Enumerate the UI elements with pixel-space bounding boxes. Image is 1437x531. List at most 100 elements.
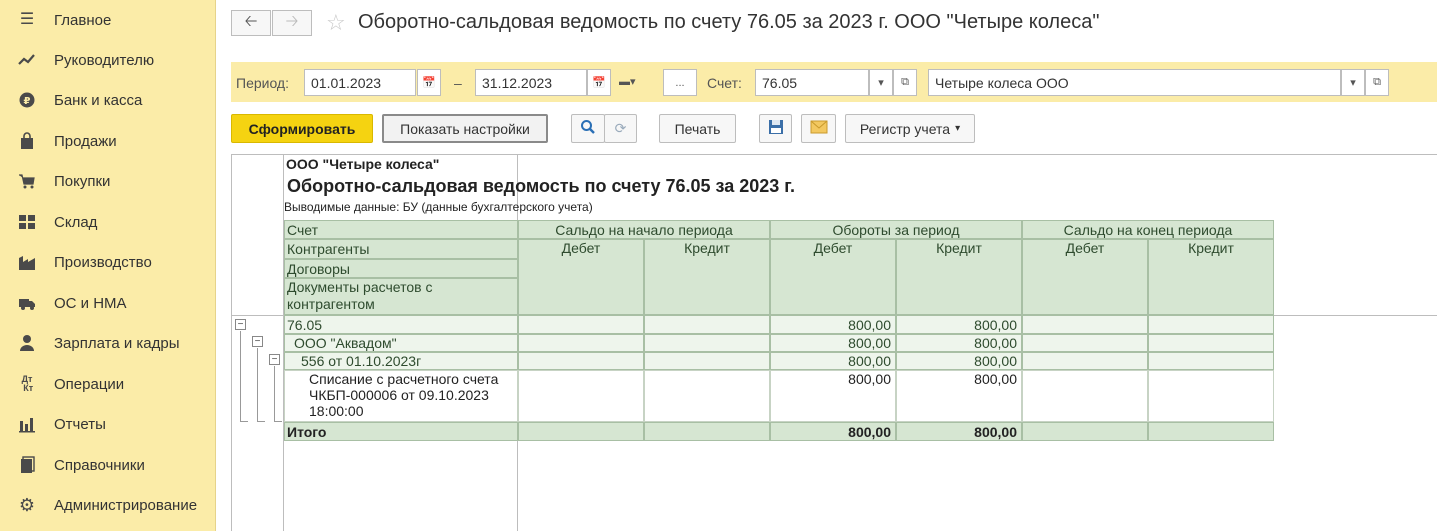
- row-closing-debit: [1022, 370, 1148, 422]
- row-opening-credit: [644, 315, 770, 334]
- header-documents: Документы расчетов с контрагентом: [284, 278, 518, 315]
- favorite-star-icon[interactable]: ☆: [326, 10, 346, 36]
- collapse-toggle-contractor[interactable]: −: [252, 336, 263, 347]
- header-turnover-credit: Кредит: [896, 239, 1022, 315]
- sidebar-item-bank[interactable]: ₽ Банк и касса: [0, 80, 216, 120]
- org-dropdown-button[interactable]: ▾: [1341, 69, 1365, 96]
- sidebar-item-sales[interactable]: Продажи: [0, 121, 216, 161]
- date-from-field[interactable]: 01.01.2023: [304, 69, 416, 96]
- row-turnover-debit: 800,00: [770, 315, 896, 334]
- row-turnover-debit: 800,00: [770, 370, 896, 422]
- period-dash: –: [454, 75, 462, 91]
- total-closing-credit: [1148, 422, 1274, 441]
- arrow-right-icon: 🡢: [285, 12, 299, 30]
- organization-field[interactable]: Четыре колеса ООО: [928, 69, 1341, 96]
- sidebar-item-warehouse[interactable]: Склад: [0, 202, 216, 242]
- warehouse-icon: [18, 213, 36, 231]
- sidebar-item-main[interactable]: ☰ Главное: [0, 0, 216, 40]
- org-open-button[interactable]: ⧉: [1365, 69, 1389, 96]
- collapse-toggle-account[interactable]: −: [235, 319, 246, 330]
- header-closing-debit: Дебет: [1022, 239, 1148, 315]
- search-clear-button[interactable]: ⟳: [604, 114, 637, 143]
- print-button[interactable]: Печать: [659, 114, 736, 143]
- report-title: Оборотно-сальдовая ведомость по счету 76…: [287, 176, 796, 196]
- save-icon: [768, 119, 784, 138]
- back-button[interactable]: 🡠: [231, 10, 271, 36]
- period-type-dropdown[interactable]: ▬▾: [619, 75, 651, 91]
- calendar-to-button[interactable]: 📅: [587, 69, 611, 96]
- collapse-toggle-contract[interactable]: −: [269, 354, 280, 365]
- sidebar-item-label: Производство: [54, 253, 152, 271]
- sidebar-item-manager[interactable]: Руководителю: [0, 40, 216, 80]
- header-opening-balance: Сальдо на начало периода: [518, 220, 770, 239]
- sidebar-item-fixed-assets[interactable]: ОС и НМА: [0, 283, 216, 323]
- row-closing-debit: [1022, 352, 1148, 370]
- tree-line: [257, 348, 258, 421]
- period-select-button[interactable]: ...: [663, 69, 697, 96]
- tree-line: [257, 421, 265, 422]
- arrow-left-icon: 🡠: [244, 12, 258, 30]
- books-icon: [18, 456, 36, 474]
- account-open-button[interactable]: ⧉: [893, 69, 917, 96]
- save-button[interactable]: [759, 114, 792, 143]
- row-turnover-credit: 800,00: [896, 334, 1022, 352]
- report-org-name: ООО "Четыре колеса": [286, 156, 440, 172]
- dt-kt-icon: Дт Кт: [20, 374, 34, 393]
- sidebar-item-operations[interactable]: Дт Кт Операции: [0, 364, 216, 404]
- chevron-down-icon: ▾: [955, 123, 961, 134]
- header-opening-debit: Дебет: [518, 239, 644, 315]
- total-label: Итого: [284, 422, 518, 441]
- search-button[interactable]: [571, 114, 605, 143]
- row-closing-debit: [1022, 334, 1148, 352]
- email-button[interactable]: [801, 114, 836, 143]
- sidebar-item-admin[interactable]: ⚙ Администрирование: [0, 485, 216, 525]
- coin-icon: ₽: [18, 91, 36, 109]
- total-closing-debit: [1022, 422, 1148, 441]
- row-turnover-credit: 800,00: [896, 315, 1022, 334]
- sidebar-item-label: Зарплата и кадры: [54, 334, 180, 352]
- menu-icon: ☰: [19, 11, 35, 28]
- header-contracts: Договоры: [284, 259, 518, 278]
- forward-button[interactable]: 🡢: [272, 10, 312, 36]
- page-title: Оборотно-сальдовая ведомость по счету 76…: [358, 11, 1100, 33]
- sidebar-item-purchases[interactable]: Покупки: [0, 161, 216, 201]
- total-opening-debit: [518, 422, 644, 441]
- account-field[interactable]: 76.05: [755, 69, 869, 96]
- row-opening-credit: [644, 334, 770, 352]
- calendar-icon: 📅: [422, 77, 436, 89]
- envelope-icon: [810, 120, 828, 137]
- search-icon: [580, 119, 596, 138]
- date-to-field[interactable]: 31.12.2023: [475, 69, 587, 96]
- sidebar-item-label: Банк и касса: [54, 91, 143, 109]
- period-label: Период:: [236, 75, 289, 91]
- row-account-name: 76.05: [284, 315, 518, 334]
- factory-icon: [18, 253, 36, 271]
- calendar-icon: 📅: [592, 77, 606, 89]
- row-opening-debit: [518, 315, 644, 334]
- person-icon: [18, 334, 36, 352]
- sidebar-item-production[interactable]: Производство: [0, 242, 216, 282]
- tree-line: [240, 421, 248, 422]
- header-account: Счет: [284, 220, 518, 239]
- register-label: Регистр учета: [859, 120, 951, 137]
- total-opening-credit: [644, 422, 770, 441]
- tree-line: [274, 366, 275, 421]
- sidebar-item-salary[interactable]: Зарплата и кадры: [0, 323, 216, 363]
- sidebar-item-reports[interactable]: Отчеты: [0, 404, 216, 444]
- register-dropdown-button[interactable]: Регистр учета ▾: [845, 114, 975, 143]
- row-turnover-credit: 800,00: [896, 370, 1022, 422]
- sidebar-item-references[interactable]: Справочники: [0, 445, 216, 485]
- sidebar: ☰ Главное Руководителю ₽ Банк и касса Пр…: [0, 0, 216, 531]
- row-opening-debit: [518, 334, 644, 352]
- total-turnover-credit: 800,00: [896, 422, 1022, 441]
- row-turnover-debit: 800,00: [770, 352, 896, 370]
- account-dropdown-button[interactable]: ▾: [869, 69, 893, 96]
- calendar-from-button[interactable]: 📅: [417, 69, 441, 96]
- chevron-down-icon: ▾: [878, 77, 884, 89]
- show-settings-button[interactable]: Показать настройки: [382, 114, 548, 143]
- row-contract-name: 556 от 01.10.2023г: [284, 352, 518, 370]
- generate-button[interactable]: Сформировать: [231, 114, 373, 143]
- row-closing-credit: [1148, 334, 1274, 352]
- row-opening-credit: [644, 352, 770, 370]
- row-opening-debit: [518, 370, 644, 422]
